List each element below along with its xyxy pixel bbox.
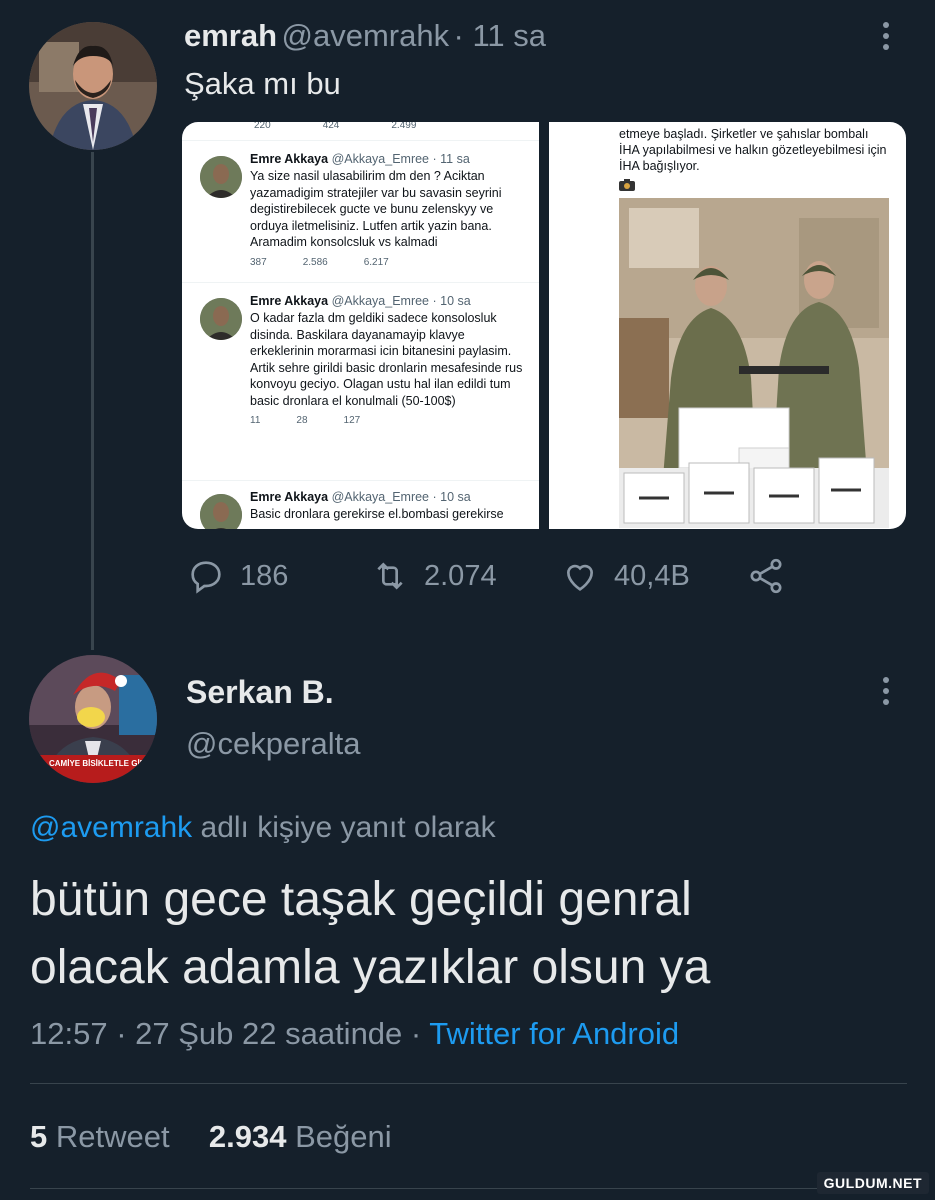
mini-body: O kadar fazla dm geldiki sadece konsolos…: [250, 311, 523, 408]
mini-author: Emre Akkaya: [250, 152, 329, 166]
mini-author: Emre Akkaya: [250, 490, 329, 504]
like-total: 2.934: [208, 1119, 287, 1154]
mini-stat: 28: [296, 415, 308, 426]
share-button[interactable]: [746, 556, 786, 596]
mini-avatar: [200, 494, 242, 529]
retweets-link[interactable]: 5 Retweet: [30, 1119, 170, 1154]
soldiers-photo: [619, 198, 889, 528]
reply-to-handle[interactable]: @avemrahk: [30, 811, 192, 844]
retweet-label: Retweet: [55, 1119, 170, 1154]
top-stats-row: 220 424 2.499: [254, 122, 416, 131]
mini-stat: 11: [250, 415, 261, 426]
author-name[interactable]: Serkan B.: [186, 674, 334, 711]
mini-body: Ya size nasil ulasabilirim dm den ? Acik…: [250, 169, 502, 249]
reply-button[interactable]: 186: [186, 556, 288, 596]
media-image-left[interactable]: 220 424 2.499 Emre Akkaya @Akkaya_Emree …: [182, 122, 539, 529]
mini-tweet: Emre Akkaya @Akkaya_Emree · 11 sa Ya siz…: [250, 152, 527, 268]
author-name[interactable]: emrah: [184, 18, 277, 53]
retweet-total: 5: [30, 1119, 48, 1154]
engagement-stats: 5 Retweet 2.934 Beğeni: [30, 1119, 392, 1155]
tweet-text: Şaka mı bu: [184, 66, 341, 101]
likes-link[interactable]: 2.934 Beğeni: [209, 1119, 392, 1154]
mini-avatar: [200, 156, 242, 198]
more-options-icon[interactable]: [883, 22, 889, 55]
mini-tweet: Emre Akkaya @Akkaya_Emree · 10 sa O kada…: [250, 294, 527, 426]
heart-icon: [566, 564, 594, 591]
tweet-timestamp[interactable]: 12:57 · 27 Şub 22 saatinde ·: [30, 1016, 429, 1051]
mini-stat: 6.217: [363, 256, 389, 268]
tweet-text: bütün gece taşak geçildi genral olacak a…: [30, 873, 711, 994]
tweet-actions: 186 2.074 40,4B: [186, 556, 806, 600]
divider: [30, 1188, 907, 1189]
avatar-banner-text: CAMİYE BİSİKLETLE GİR: [49, 759, 146, 768]
watermark: GULDUM.NET: [816, 1172, 929, 1194]
mini-retweet-count: 424: [322, 122, 340, 131]
mini-body: Basic dronlara gerekirse el.bombasi gere…: [250, 507, 504, 521]
media-caption: etmeye başladı. Şirketler ve şahıslar bo…: [619, 127, 887, 173]
author-handle[interactable]: @cekperalta: [186, 726, 361, 762]
mini-meta: @Akkaya_Emree · 10 sa: [331, 294, 471, 308]
avatar[interactable]: CAMİYE BİSİKLETLE GİR: [29, 655, 157, 783]
media-image-right[interactable]: etmeye başladı. Şirketler ve şahıslar bo…: [549, 122, 906, 529]
share-icon: [750, 558, 782, 594]
tweet-header: emrah @avemrahk · 11 sa: [184, 18, 546, 54]
reply-to-label: adlı kişiye yanıt olarak: [192, 811, 496, 844]
mini-stat: 387: [250, 256, 267, 268]
reply-count: 186: [240, 559, 289, 592]
reply-icon: [191, 561, 221, 594]
author-handle[interactable]: @avemrahk: [282, 18, 450, 53]
more-options-icon[interactable]: [883, 677, 889, 710]
tweet-source[interactable]: Twitter for Android: [429, 1016, 679, 1051]
camera-icon: [619, 178, 635, 191]
like-button[interactable]: 40,4B: [560, 556, 690, 596]
retweet-icon: [377, 562, 403, 590]
divider: [30, 1083, 907, 1084]
like-label: Beğeni: [295, 1119, 392, 1154]
mini-tweet: Emre Akkaya @Akkaya_Emree · 10 sa Basic …: [250, 490, 527, 523]
retweet-count: 2.074: [424, 559, 497, 592]
mini-stat: 127: [343, 415, 361, 426]
mini-stats: 387 2.586 6.217: [250, 257, 527, 268]
tweet-meta: 12:57 · 27 Şub 22 saatinde · Twitter for…: [30, 1016, 679, 1052]
retweet-button[interactable]: 2.074: [370, 556, 497, 596]
reply-context: @avemrahk adlı kişiye yanıt olarak: [30, 811, 496, 845]
like-count: 40,4B: [614, 559, 690, 592]
tweet-time[interactable]: · 11 sa: [454, 18, 546, 53]
mini-like-count: 2.499: [391, 122, 417, 131]
mini-stats: 11 28 127: [250, 415, 527, 426]
thread-connector: [91, 152, 94, 650]
mini-author: Emre Akkaya: [250, 294, 329, 308]
mini-meta: @Akkaya_Emree · 10 sa: [331, 490, 471, 504]
mini-meta: @Akkaya_Emree · 11 sa: [331, 152, 470, 166]
mini-reply-count: 220: [254, 122, 271, 131]
mini-avatar: [200, 298, 242, 340]
mini-stat: 2.586: [302, 256, 328, 268]
avatar[interactable]: [29, 22, 157, 150]
